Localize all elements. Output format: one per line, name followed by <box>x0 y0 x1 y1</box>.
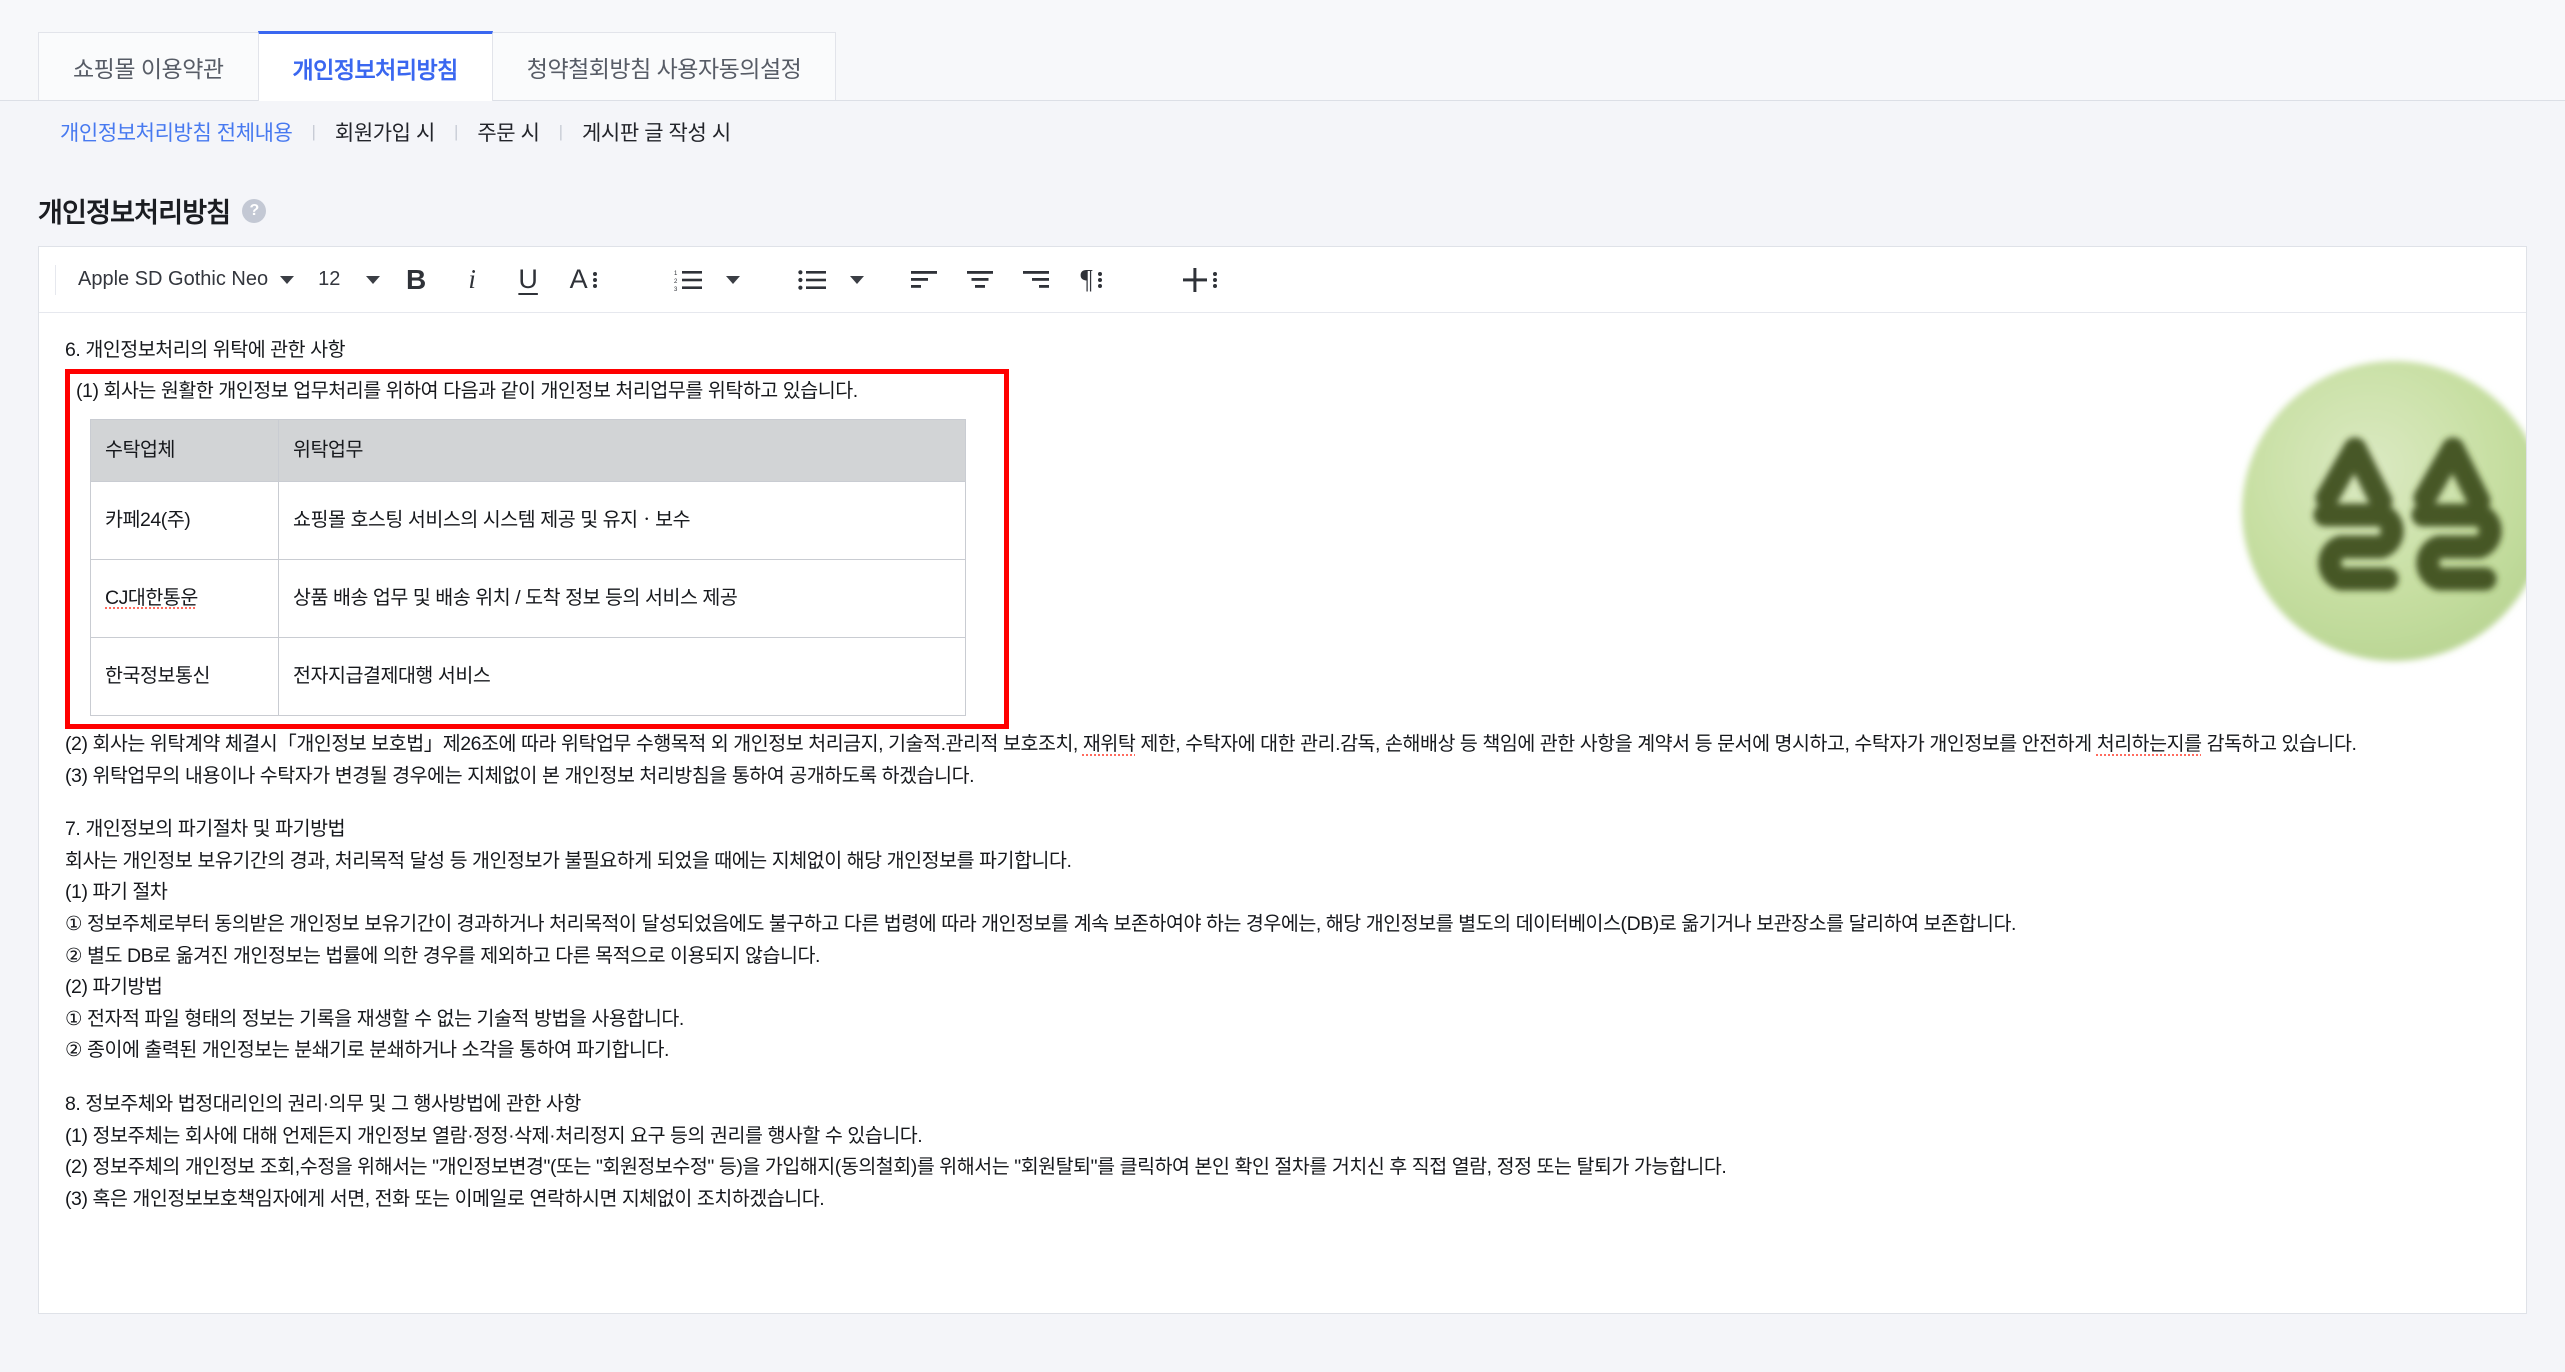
section8-paragraph-1: (1) 정보주체는 회사에 대해 언제든지 개인정보 열람·정정·삭제·처리정지… <box>65 1124 923 1147</box>
align-center-icon <box>967 270 994 288</box>
ordered-list-dropdown[interactable] <box>716 257 750 303</box>
section7-intro: 회사는 개인정보 보유기간의 경과, 처리목적 달성 등 개인정보가 불필요하게… <box>65 849 1072 872</box>
more-options-icon <box>1097 271 1102 288</box>
align-center-button[interactable] <box>952 257 1008 303</box>
editor-toolbar: Apple SD Gothic Neo 12 B i U A 1 2 3 ¶ <box>39 247 2526 313</box>
spellcheck-error-text: CJ대한통운 <box>105 586 198 609</box>
paragraph-format-button[interactable]: ¶ <box>1064 257 1120 303</box>
font-family-value: Apple SD Gothic Neo <box>78 268 269 290</box>
help-icon[interactable]: ? <box>242 198 267 223</box>
spellcheck-error-text: 재위탁 <box>1082 733 1136 756</box>
subnav-separator: | <box>311 122 316 141</box>
section7-item-1-2: ② 별도 DB로 옮겨진 개인정보는 법률에 의한 경우를 제외하고 다른 목적… <box>65 944 820 967</box>
unordered-list-icon <box>798 269 827 290</box>
svg-text:2: 2 <box>674 279 678 285</box>
chevron-down-icon <box>366 275 381 284</box>
more-options-icon <box>592 271 597 288</box>
ordered-list-icon: 1 2 3 <box>674 270 703 292</box>
tab-withdrawal-policy[interactable]: 청약철회방침 사용자동의설정 <box>491 32 837 100</box>
primary-tab-bar: 쇼핑몰 이용약관 개인정보처리방침 청약철회방침 사용자동의설정 <box>0 0 2565 101</box>
section6-paragraph-2: (2) 회사는 위탁계약 체결시「개인정보 보호법」제26조에 따라 위탁업무 … <box>65 729 2500 761</box>
align-left-button[interactable] <box>896 257 952 303</box>
svg-text:1: 1 <box>674 271 678 277</box>
table-row: 카페24(주) 쇼핑몰 호스팅 서비스의 시스템 제공 및 유지ㆍ보수 <box>90 481 966 561</box>
text-color-letter: A <box>569 264 588 294</box>
plus-icon <box>1182 267 1207 292</box>
highlighted-delegation-block: (1) 회사는 원활한 개인정보 업무처리를 위하여 다음과 같이 개인정보 처… <box>65 368 1009 730</box>
svg-text:3: 3 <box>674 287 678 292</box>
subnav-separator: | <box>558 122 563 141</box>
bold-button[interactable]: B <box>388 257 444 303</box>
editor-content-area[interactable]: 쓸쓸 6. 개인정보처리의 위탁에 관한 사항 (1) 회사는 원활한 개인정보… <box>39 313 2526 1313</box>
section7-item-1-1: ① 정보주체로부터 동의받은 개인정보 보유기간이 경과하거나 처리목적이 달성… <box>65 913 2016 936</box>
subnav-item-order[interactable]: 주문 시 <box>477 117 540 147</box>
watermark-logo: 쓸쓸 <box>2242 361 2526 661</box>
table-cell-task: 전자지급결제대행 서비스 <box>278 637 966 717</box>
section6-paragraph-1: (1) 회사는 원활한 개인정보 업무처리를 위하여 다음과 같이 개인정보 처… <box>76 379 858 402</box>
text-color-button[interactable]: A <box>556 257 612 303</box>
more-options-icon <box>1212 271 1217 288</box>
paragraph-mark: ¶ <box>1080 264 1093 294</box>
table-row: 한국정보통신 전자지급결제대행 서비스 <box>90 637 966 717</box>
chevron-down-icon <box>726 275 741 284</box>
tab-privacy-policy[interactable]: 개인정보처리방침 <box>257 31 493 101</box>
table-header-company: 수탁업체 <box>90 419 279 483</box>
tab-shopping-mall-terms[interactable]: 쇼핑몰 이용약관 <box>38 32 259 100</box>
subnav-item-full-content[interactable]: 개인정보처리방침 전체내용 <box>60 117 293 147</box>
section6-p2-part-b: 제한, 수탁자에 대한 관리.감독, 손해배상 등 책임에 관한 사항을 계약서… <box>1135 733 2097 756</box>
align-right-button[interactable] <box>1008 257 1064 303</box>
page-header: 개인정보처리방침 ? <box>0 163 2565 246</box>
section6-heading: 6. 개인정보처리의 위탁에 관한 사항 <box>65 339 346 361</box>
section6-paragraph-3: (3) 위탁업무의 내용이나 수탁자가 변경될 경우에는 지체없이 본 개인정보… <box>65 764 975 787</box>
section8-paragraph-2: (2) 정보주체의 개인정보 조회,수정을 위해서는 "개인정보변경"(또는 "… <box>65 1156 1727 1179</box>
align-right-icon <box>1023 270 1050 288</box>
table-cell-task: 상품 배송 업무 및 배송 위치 / 도착 정보 등의 서비스 제공 <box>278 559 966 639</box>
underline-button[interactable]: U <box>500 257 556 303</box>
chevron-down-icon <box>850 275 865 284</box>
chevron-down-icon <box>280 275 295 284</box>
font-size-select[interactable]: 12 <box>304 258 388 302</box>
section7-subtitle-2: (2) 파기방법 <box>65 976 163 999</box>
spellcheck-error-text: 처리하는지를 <box>2096 733 2202 756</box>
section7-item-2-1: ① 전자적 파일 형태의 정보는 기록을 재생할 수 없는 기술적 방법을 사용… <box>65 1007 684 1030</box>
delegation-table: 수탁업체 위탁업무 카페24(주) 쇼핑몰 호스팅 서비스의 시스템 제공 및 … <box>90 419 966 717</box>
unordered-list-dropdown[interactable] <box>840 257 874 303</box>
page-title: 개인정보처리방침 <box>38 198 231 228</box>
section8-paragraph-3: (3) 혹은 개인정보보호책임자에게 서면, 전화 또는 이메일로 연락하시면 … <box>65 1187 825 1210</box>
subnav-item-signup[interactable]: 회원가입 시 <box>335 117 435 147</box>
unordered-list-button[interactable] <box>784 257 840 303</box>
subnav-separator: | <box>453 122 459 141</box>
font-size-value: 12 <box>318 268 341 290</box>
italic-button[interactable]: i <box>444 257 500 303</box>
section6-p2-part-c: 감독하고 있습니다. <box>2201 733 2357 756</box>
section7-subtitle-1: (1) 파기 절차 <box>65 881 168 904</box>
subnav-item-board-post[interactable]: 게시판 글 작성 시 <box>582 117 731 147</box>
table-row: CJ대한통운 상품 배송 업무 및 배송 위치 / 도착 정보 등의 서비스 제… <box>90 559 966 639</box>
section7-item-2-2: ② 종이에 출력된 개인정보는 분쇄기로 분쇄하거나 소각을 통하여 파기합니다… <box>65 1039 669 1062</box>
table-cell-company: 카페24(주) <box>90 481 279 561</box>
insert-button[interactable] <box>1172 257 1228 303</box>
rich-text-editor: Apple SD Gothic Neo 12 B i U A 1 2 3 ¶ 6… <box>38 246 2527 1314</box>
ordered-list-button[interactable]: 1 2 3 <box>660 257 716 303</box>
sub-navigation: 개인정보처리방침 전체내용 | 회원가입 시 | 주문 시 | 게시판 글 작성… <box>0 101 2565 163</box>
section6-p2-part-a: (2) 회사는 위탁계약 체결시「개인정보 보호법」제26조에 따라 위탁업무 … <box>65 733 1083 756</box>
section7-heading: 7. 개인정보의 파기절차 및 파기방법 <box>65 818 346 841</box>
table-header-task: 위탁업무 <box>278 419 966 483</box>
section8-heading: 8. 정보주체와 법정대리인의 권리·의무 및 그 행사방법에 관한 사항 <box>65 1092 581 1115</box>
table-cell-company: 한국정보통신 <box>90 637 279 717</box>
toolbar-divider <box>55 264 56 295</box>
font-family-select[interactable]: Apple SD Gothic Neo <box>60 258 304 302</box>
align-left-icon <box>911 270 938 288</box>
table-cell-task: 쇼핑몰 호스팅 서비스의 시스템 제공 및 유지ㆍ보수 <box>278 481 966 561</box>
table-cell-company: CJ대한통운 <box>90 559 279 639</box>
table-header-row: 수탁업체 위탁업무 <box>90 419 966 483</box>
